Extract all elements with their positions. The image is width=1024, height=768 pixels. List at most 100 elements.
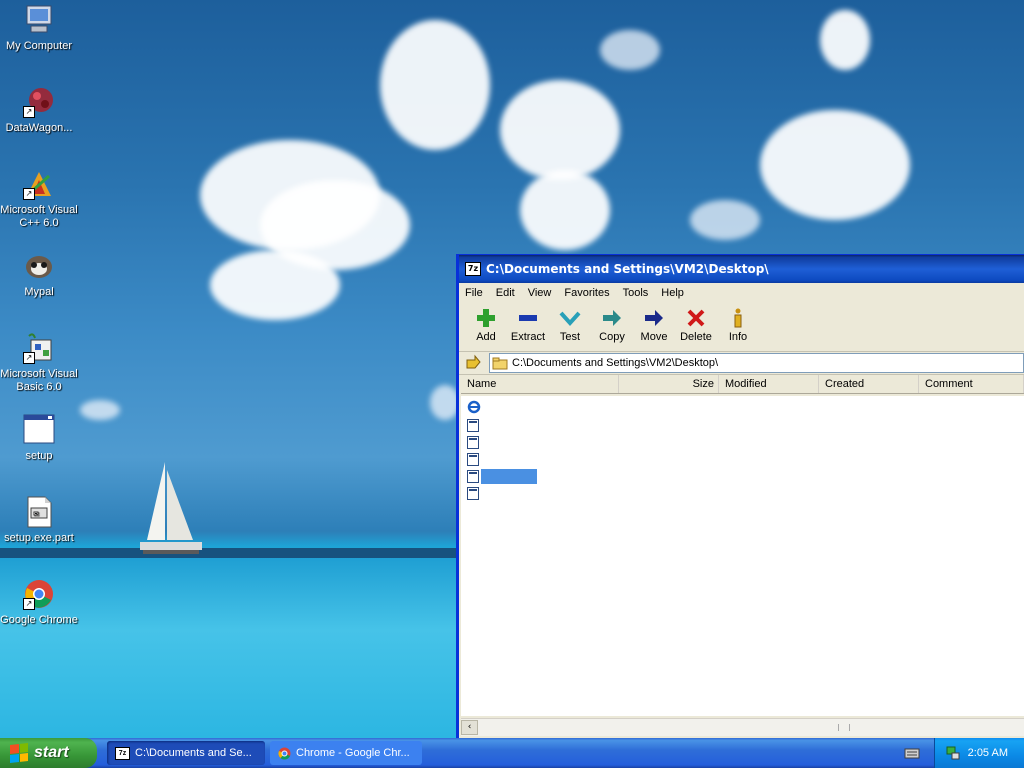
start-label: start — [34, 744, 69, 761]
add-button[interactable]: Add — [465, 303, 507, 351]
folder-icon — [492, 357, 508, 369]
delete-x-icon — [687, 309, 705, 327]
7zip-icon: 7z — [465, 262, 481, 276]
task-label: Chrome - Google Chr... — [296, 747, 410, 759]
add-label: Add — [476, 331, 496, 343]
svg-text:✉: ✉ — [33, 510, 39, 518]
list-item-selected[interactable] — [461, 468, 1024, 485]
internet-explorer-icon — [467, 400, 481, 417]
add-plus-icon — [477, 309, 495, 327]
desktop-icon-label: Google Chrome — [0, 614, 78, 626]
address-text: C:\Documents and Settings\VM2\Desktop\ — [512, 357, 719, 369]
visual-basic-icon: ↗ — [23, 332, 55, 364]
extract-minus-icon — [519, 315, 537, 321]
desktop-icon-label: setup — [25, 450, 53, 462]
move-button[interactable]: Move — [633, 303, 675, 351]
my-computer-icon — [23, 4, 55, 36]
task-label: C:\Documents and Se... — [135, 747, 252, 759]
system-tray: 2:05 AM — [934, 738, 1024, 768]
shortcut-arrow-icon: ↗ — [23, 598, 35, 610]
file-icon — [467, 453, 479, 466]
title-bar[interactable]: 7z C:\Documents and Settings\VM2\Desktop… — [459, 255, 1024, 283]
partial-file-icon: ✉ — [23, 496, 55, 528]
desktop-icon-visual-cpp[interactable]: ↗ Microsoft Visual C++ 6.0 — [0, 168, 79, 230]
desktop-icon-mypal[interactable]: Mypal — [0, 250, 79, 299]
network-icon[interactable] — [945, 745, 961, 764]
scroll-left-button[interactable]: ‹ — [461, 720, 478, 735]
taskbar-button-chrome[interactable]: Chrome - Google Chr... — [270, 741, 422, 765]
desktop-icon-setup[interactable]: setup — [0, 414, 79, 463]
7zip-icon: 7z — [115, 746, 130, 760]
file-list-header: Name Size Modified Created Comment — [461, 375, 1024, 394]
desktop-icon-label: Mypal — [24, 286, 54, 298]
menu-favorites[interactable]: Favorites — [564, 287, 609, 299]
copy-button[interactable]: Copy — [591, 303, 633, 351]
menu-edit[interactable]: Edit — [496, 287, 515, 299]
menu-tools[interactable]: Tools — [623, 287, 649, 299]
horizontal-scrollbar[interactable]: ‹ — [461, 718, 1024, 736]
desktop-icon-datawagon[interactable]: ↗ DataWagon... — [0, 86, 79, 135]
test-button[interactable]: Test — [549, 303, 591, 351]
file-manager-window[interactable]: 7z C:\Documents and Settings\VM2\Desktop… — [456, 254, 1024, 738]
menu-file[interactable]: File — [465, 287, 483, 299]
start-button[interactable]: start — [0, 738, 97, 768]
desktop-icon-label: setup.exe.part — [4, 532, 74, 544]
desktop-icon-chrome[interactable]: ↗ Google Chrome — [0, 578, 79, 627]
extract-label: Extract — [510, 331, 546, 343]
info-icon — [734, 308, 742, 328]
column-name[interactable]: Name — [461, 375, 619, 393]
move-label: Move — [640, 331, 668, 343]
window-file-icon — [467, 470, 479, 483]
list-item[interactable] — [461, 451, 1024, 468]
desktop-icon-label: Microsoft Visual C++ 6.0 — [0, 204, 78, 229]
windows-flag-icon — [10, 743, 28, 763]
info-button[interactable]: Info — [717, 303, 759, 351]
test-label: Test — [559, 331, 581, 343]
toolbar: Add Extract Test Copy Move Delete Info — [459, 303, 1024, 352]
info-label: Info — [728, 331, 748, 343]
list-item[interactable] — [461, 485, 1024, 502]
up-folder-icon[interactable] — [465, 354, 481, 373]
shortcut-arrow-icon: ↗ — [23, 352, 35, 364]
sailboat-image — [140, 462, 202, 554]
desktop-icon-label: DataWagon... — [5, 122, 73, 134]
selection-highlight — [481, 469, 537, 484]
column-size[interactable]: Size — [619, 375, 719, 393]
list-item[interactable] — [461, 417, 1024, 434]
address-row: C:\Documents and Settings\VM2\Desktop\ — [459, 352, 1024, 375]
scroll-grip-icon — [838, 724, 850, 731]
column-comment[interactable]: Comment — [919, 375, 1024, 393]
clock[interactable]: 2:05 AM — [968, 747, 1008, 759]
file-list[interactable] — [461, 396, 1024, 716]
list-item[interactable] — [461, 434, 1024, 451]
file-icon — [467, 436, 479, 449]
chrome-icon: ↗ — [23, 578, 55, 610]
shortcut-arrow-icon: ↗ — [23, 188, 35, 200]
column-modified[interactable]: Modified — [719, 375, 819, 393]
menu-help[interactable]: Help — [661, 287, 684, 299]
menu-view[interactable]: View — [528, 287, 552, 299]
desktop-icon-visual-basic[interactable]: ↗ Microsoft Visual Basic 6.0 — [0, 332, 79, 394]
datawagon-icon: ↗ — [23, 86, 55, 118]
desktop-icon-my-computer[interactable]: My Computer — [0, 4, 79, 53]
extract-button[interactable]: Extract — [507, 303, 549, 351]
delete-button[interactable]: Delete — [675, 303, 717, 351]
file-icon — [467, 487, 479, 500]
address-field[interactable]: C:\Documents and Settings\VM2\Desktop\ — [489, 353, 1024, 373]
visual-cpp-icon: ↗ — [23, 168, 55, 200]
desktop-icon-label: My Computer — [5, 40, 73, 52]
taskbar-button-7zip[interactable]: 7z C:\Documents and Se... — [107, 741, 265, 765]
desktop-icon-setup-part[interactable]: ✉ setup.exe.part — [0, 496, 79, 545]
move-arrow-icon — [645, 310, 663, 326]
copy-label: Copy — [599, 331, 625, 343]
setup-window-icon — [23, 414, 55, 446]
list-item[interactable] — [461, 400, 1024, 417]
keyboard-icon[interactable] — [904, 746, 920, 763]
column-created[interactable]: Created — [819, 375, 919, 393]
delete-label: Delete — [680, 331, 712, 343]
scroll-track[interactable] — [478, 720, 1024, 735]
menu-bar: File Edit View Favorites Tools Help — [459, 283, 1024, 303]
test-check-icon — [559, 311, 581, 326]
window-title: C:\Documents and Settings\VM2\Desktop\ — [486, 262, 769, 276]
chrome-icon — [278, 747, 291, 760]
